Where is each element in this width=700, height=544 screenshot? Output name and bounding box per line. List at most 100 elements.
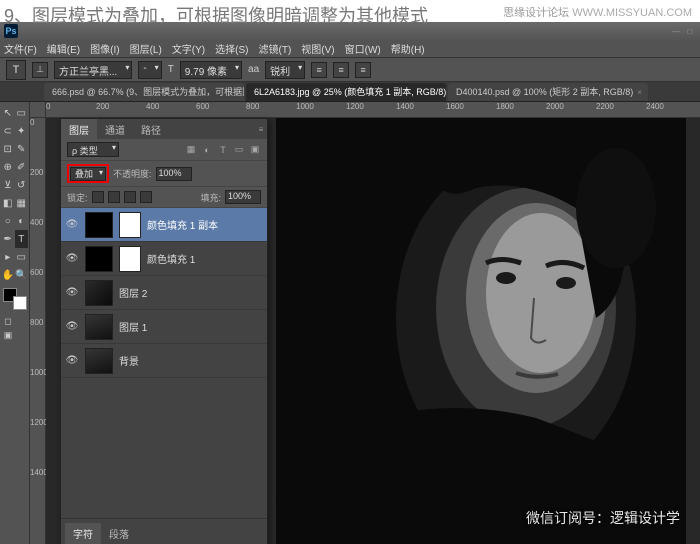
layer-thumb[interactable] xyxy=(85,212,113,238)
filter-type-icon[interactable]: T xyxy=(217,144,229,156)
menu-select[interactable]: 选择(S) xyxy=(215,41,248,56)
layer-row[interactable]: 👁 图层 1 xyxy=(61,310,267,344)
menu-file[interactable]: 文件(F) xyxy=(4,41,37,56)
lock-all-icon[interactable] xyxy=(140,191,152,203)
layer-thumb[interactable] xyxy=(85,348,113,374)
stamp-tool-icon[interactable]: ⊻ xyxy=(1,176,15,194)
highlight-box: 叠加 xyxy=(67,164,109,183)
minimize-icon[interactable]: — xyxy=(670,25,682,37)
lock-trans-icon[interactable] xyxy=(92,191,104,203)
layer-row[interactable]: 👁 背景 xyxy=(61,344,267,378)
marquee-tool-icon[interactable]: ▭ xyxy=(15,104,29,122)
zoom-tool-icon[interactable]: 🔍 xyxy=(15,266,29,284)
eye-icon[interactable]: 👁 xyxy=(65,218,79,232)
layer-name[interactable]: 颜色填充 1 xyxy=(147,251,195,266)
gradient-tool-icon[interactable]: ▦ xyxy=(15,194,29,212)
path-select-icon[interactable]: ▸ xyxy=(1,248,15,266)
align-left-icon[interactable]: ≡ xyxy=(311,62,327,78)
layer-name[interactable]: 背景 xyxy=(119,353,139,368)
filter-pixel-icon[interactable]: ▦ xyxy=(185,144,197,156)
align-center-icon[interactable]: ≡ xyxy=(333,62,349,78)
layer-row[interactable]: 👁 图层 2 xyxy=(61,276,267,310)
menu-edit[interactable]: 编辑(E) xyxy=(47,41,80,56)
antialias-label: aa xyxy=(248,64,259,75)
history-brush-icon[interactable]: ↺ xyxy=(15,176,29,194)
canvas[interactable]: 图层 通道 路径 ≡ ρ 类型 ▦ ◐ T ▭ ▣ xyxy=(46,118,700,544)
menu-filter[interactable]: 滤镜(T) xyxy=(259,41,292,56)
screenmode-icon[interactable]: ▣ xyxy=(1,328,15,342)
heal-tool-icon[interactable]: ⊕ xyxy=(1,158,15,176)
close-icon[interactable]: × xyxy=(637,88,642,97)
layer-mask[interactable] xyxy=(119,212,141,238)
layer-name[interactable]: 图层 2 xyxy=(119,285,147,300)
tab-paths[interactable]: 路径 xyxy=(133,119,169,140)
blend-mode-select[interactable]: 叠加 xyxy=(70,167,106,181)
tab-2[interactable]: D400140.psd @ 100% (矩形 2 副本, RGB/8)× xyxy=(448,83,648,101)
layer-thumb[interactable] xyxy=(85,246,113,272)
lasso-tool-icon[interactable]: ⊂ xyxy=(1,122,15,140)
layer-thumb[interactable] xyxy=(85,280,113,306)
crop-tool-icon[interactable]: ⊡ xyxy=(1,140,15,158)
font-style-select[interactable]: - xyxy=(138,61,161,79)
layer-thumb[interactable] xyxy=(85,314,113,340)
font-size-select[interactable]: 9.79 像素 xyxy=(180,61,242,79)
eyedropper-tool-icon[interactable]: ✎ xyxy=(15,140,29,158)
document-tabs: 666.psd @ 66.7% (9、图层模式为叠加，可根据图像明暗调整为其他模… xyxy=(0,82,700,102)
layer-row[interactable]: 👁 颜色填充 1 xyxy=(61,242,267,276)
fill-input[interactable]: 100% xyxy=(225,190,261,204)
layer-name[interactable]: 图层 1 xyxy=(119,319,147,334)
hand-tool-icon[interactable]: ✋ xyxy=(1,266,15,284)
eye-icon[interactable]: 👁 xyxy=(65,286,79,300)
tab-channels[interactable]: 通道 xyxy=(97,119,133,140)
filter-smart-icon[interactable]: ▣ xyxy=(249,144,261,156)
eye-icon[interactable]: 👁 xyxy=(65,252,79,266)
align-right-icon[interactable]: ≡ xyxy=(355,62,371,78)
tab-1[interactable]: 6L2A6183.jpg @ 25% (颜色填充 1 副本, RGB/8) *× xyxy=(246,83,446,101)
layers-panel: 图层 通道 路径 ≡ ρ 类型 ▦ ◐ T ▭ ▣ xyxy=(60,118,268,544)
menu-view[interactable]: 视图(V) xyxy=(301,41,334,56)
layer-name[interactable]: 颜色填充 1 副本 xyxy=(147,217,218,232)
wand-tool-icon[interactable]: ✦ xyxy=(15,122,29,140)
layer-mask[interactable] xyxy=(119,246,141,272)
eye-icon[interactable]: 👁 xyxy=(65,354,79,368)
filter-shape-icon[interactable]: ▭ xyxy=(233,144,245,156)
font-family-select[interactable]: 方正兰亭黑... xyxy=(54,61,132,79)
lock-pos-icon[interactable] xyxy=(124,191,136,203)
menu-type[interactable]: 文字(Y) xyxy=(172,41,205,56)
ruler-tick: 800 xyxy=(246,102,259,111)
tab-paragraph[interactable]: 段落 xyxy=(101,523,137,544)
menu-help[interactable]: 帮助(H) xyxy=(391,41,425,56)
tool-preset-icon[interactable]: T xyxy=(6,60,26,80)
menu-layer[interactable]: 图层(L) xyxy=(130,41,162,56)
eye-icon[interactable]: 👁 xyxy=(65,320,79,334)
eraser-tool-icon[interactable]: ◧ xyxy=(1,194,15,212)
type-tool-icon[interactable]: T xyxy=(15,230,29,248)
filter-adjust-icon[interactable]: ◐ xyxy=(201,144,213,156)
shape-tool-icon[interactable]: ▭ xyxy=(15,248,29,266)
layer-row[interactable]: 👁 颜色填充 1 副本 xyxy=(61,208,267,242)
brush-tool-icon[interactable]: ✐ xyxy=(15,158,29,176)
opacity-input[interactable]: 100% xyxy=(156,167,192,181)
ruler-tick: 600 xyxy=(196,102,209,111)
antialias-select[interactable]: 锐利 xyxy=(265,61,305,79)
ruler-tick: 2400 xyxy=(646,102,664,111)
opacity-label: 不透明度: xyxy=(113,167,152,180)
color-swatch[interactable] xyxy=(3,288,27,310)
quickmask-icon[interactable]: ◻ xyxy=(1,314,15,328)
menu-window[interactable]: 窗口(W) xyxy=(345,41,381,56)
lock-pixel-icon[interactable] xyxy=(108,191,120,203)
maximize-icon[interactable]: □ xyxy=(684,25,696,37)
tab-0[interactable]: 666.psd @ 66.7% (9、图层模式为叠加，可根据图像明暗调整为其他模… xyxy=(44,83,244,101)
blur-tool-icon[interactable]: ○ xyxy=(1,212,15,230)
orientation-icon[interactable]: ⊥ xyxy=(32,62,48,78)
menu-image[interactable]: 图像(I) xyxy=(90,41,119,56)
panel-menu-icon[interactable]: ≡ xyxy=(255,123,267,135)
filter-kind-select[interactable]: ρ 类型 xyxy=(67,142,119,157)
ruler-tick: 400 xyxy=(146,102,159,111)
move-tool-icon[interactable]: ↖ xyxy=(1,104,15,122)
tab-layers[interactable]: 图层 xyxy=(61,119,97,140)
ruler-tick: 1800 xyxy=(496,102,514,111)
tab-character[interactable]: 字符 xyxy=(65,523,101,544)
dodge-tool-icon[interactable]: ◐ xyxy=(15,212,29,230)
pen-tool-icon[interactable]: ✒ xyxy=(1,230,15,248)
